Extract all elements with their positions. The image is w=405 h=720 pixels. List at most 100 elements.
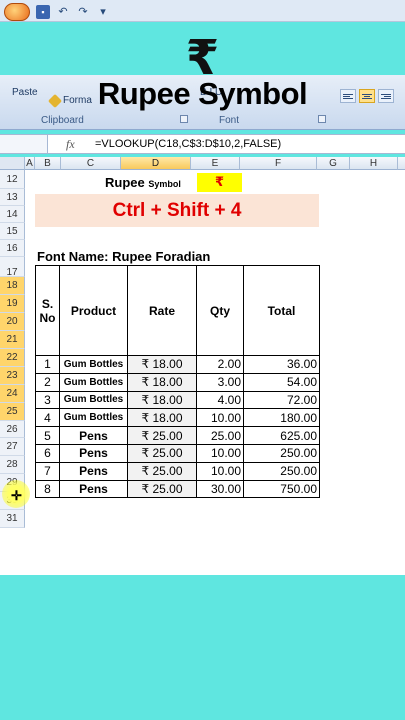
qty-cell[interactable]: 10.00 — [196, 461, 244, 481]
row-header[interactable]: 16 — [0, 240, 25, 257]
row-header[interactable]: 26 — [0, 421, 25, 438]
shortcut-banner[interactable]: Ctrl + Shift + 4 — [35, 194, 319, 227]
rate-cell[interactable]: ₹ 18.00 — [127, 408, 197, 428]
row-header[interactable]: 19 — [0, 295, 25, 313]
formula-input[interactable]: =VLOOKUP(C18,C$3:D$10,2,FALSE) — [95, 138, 281, 150]
qty-cell[interactable]: 25.00 — [196, 426, 244, 445]
qty-cell[interactable]: 30.00 — [196, 479, 244, 499]
undo-icon[interactable]: ↶ — [56, 5, 70, 19]
row-header[interactable]: 14 — [0, 206, 25, 223]
qty-cell[interactable]: 3.00 — [196, 372, 244, 392]
table-row: 8 Pens ₹ 25.00 30.00 750.00 — [35, 479, 320, 499]
row-header[interactable]: 17 — [0, 257, 25, 278]
rate-cell[interactable]: ₹ 25.00 — [127, 443, 197, 463]
header-sno[interactable]: S. No — [35, 265, 60, 356]
table-row: 7 Pens ₹ 25.00 10.00 250.00 — [35, 461, 320, 481]
clipboard-launcher-icon[interactable] — [180, 115, 188, 123]
total-cell[interactable]: 72.00 — [243, 390, 320, 410]
row-header[interactable]: 21 — [0, 331, 25, 349]
row-header[interactable]: 22 — [0, 349, 25, 367]
quick-access-toolbar: ▪ ↶ ↷ ▾ — [4, 3, 110, 21]
row-header[interactable]: 12 — [0, 170, 25, 189]
font-group-label: Font — [219, 115, 240, 126]
sno-cell[interactable]: 6 — [35, 443, 60, 463]
customize-toolbar-icon[interactable]: ▾ — [96, 5, 110, 19]
product-cell[interactable]: Pens — [59, 461, 128, 481]
row-header[interactable]: 31 — [0, 510, 25, 528]
total-cell[interactable]: 180.00 — [243, 408, 320, 428]
sno-cell[interactable]: 8 — [35, 479, 60, 499]
product-cell[interactable]: Gum Bottles — [59, 408, 128, 428]
worksheet[interactable]: ABCDEFGHI 121314151617181920212223242526… — [0, 157, 405, 575]
row-header[interactable]: 25 — [0, 403, 25, 421]
header-qty[interactable]: Qty — [196, 265, 244, 356]
rupee-label-cell[interactable]: Rupee Symbol — [105, 175, 195, 192]
product-cell[interactable]: Pens — [59, 443, 128, 463]
table-header-row: S. No Product Rate Qty Total — [35, 265, 320, 356]
total-cell[interactable]: 250.00 — [243, 461, 320, 481]
row-header[interactable]: 18 — [0, 277, 25, 295]
product-cell[interactable]: Pens — [59, 479, 128, 499]
header-rate[interactable]: Rate — [127, 265, 197, 356]
row-header[interactable]: 24 — [0, 385, 25, 403]
select-all-corner[interactable] — [0, 157, 25, 170]
rate-value: 18.00 — [152, 392, 183, 407]
row-header[interactable]: 28 — [0, 456, 25, 474]
rupee-symbol-cell[interactable]: ₹ — [197, 173, 242, 192]
name-box[interactable] — [0, 135, 48, 153]
sno-cell[interactable]: 3 — [35, 390, 60, 410]
column-header[interactable]: F — [240, 157, 317, 170]
row-header[interactable]: 20 — [0, 313, 25, 331]
sno-cell[interactable]: 4 — [35, 408, 60, 428]
font-name-cell[interactable]: Font Name: Rupee Foradian — [37, 248, 297, 265]
product-cell[interactable]: Gum Bottles — [59, 355, 128, 374]
table-row: 3 Gum Bottles ₹ 18.00 4.00 72.00 — [35, 390, 320, 410]
qty-cell[interactable]: 2.00 — [196, 355, 244, 374]
rupee-symbol: ₹ — [141, 392, 150, 407]
sno-cell[interactable]: 7 — [35, 461, 60, 481]
column-header[interactable]: D — [121, 157, 191, 170]
row-header[interactable]: 13 — [0, 189, 25, 206]
column-header[interactable]: H — [350, 157, 398, 170]
qty-cell[interactable]: 4.00 — [196, 390, 244, 410]
sno-cell[interactable]: 1 — [35, 355, 60, 374]
product-cell[interactable]: Gum Bottles — [59, 372, 128, 392]
rate-value: 25.00 — [152, 481, 183, 496]
product-cell[interactable]: Pens — [59, 426, 128, 445]
sno-cell[interactable]: 2 — [35, 372, 60, 392]
redo-icon[interactable]: ↷ — [76, 5, 90, 19]
column-header[interactable]: A — [25, 157, 35, 170]
column-header[interactable]: B — [35, 157, 61, 170]
rate-value: 18.00 — [152, 375, 183, 390]
rate-cell[interactable]: ₹ 25.00 — [127, 479, 197, 499]
move-cursor-icon: ✛ — [11, 488, 22, 503]
total-cell[interactable]: 36.00 — [243, 355, 320, 374]
row-header[interactable]: 27 — [0, 438, 25, 456]
rate-cell[interactable]: ₹ 25.00 — [127, 461, 197, 481]
total-cell[interactable]: 625.00 — [243, 426, 320, 445]
office-button-icon[interactable] — [4, 3, 30, 21]
header-total[interactable]: Total — [243, 265, 320, 356]
rate-cell[interactable]: ₹ 18.00 — [127, 355, 197, 374]
font-launcher-icon[interactable] — [318, 115, 326, 123]
total-cell[interactable]: 750.00 — [243, 479, 320, 499]
rate-cell[interactable]: ₹ 25.00 — [127, 426, 197, 445]
column-header[interactable]: E — [191, 157, 240, 170]
total-cell[interactable]: 54.00 — [243, 372, 320, 392]
rate-cell[interactable]: ₹ 18.00 — [127, 372, 197, 392]
column-header[interactable]: C — [61, 157, 121, 170]
product-cell[interactable]: Gum Bottles — [59, 390, 128, 410]
total-cell[interactable]: 250.00 — [243, 443, 320, 463]
rate-cell[interactable]: ₹ 18.00 — [127, 390, 197, 410]
save-icon[interactable]: ▪ — [36, 5, 50, 19]
row-header[interactable]: 23 — [0, 367, 25, 385]
sno-cell[interactable]: 5 — [35, 426, 60, 445]
qty-cell[interactable]: 10.00 — [196, 443, 244, 463]
header-product[interactable]: Product — [59, 265, 128, 356]
fx-icon[interactable]: fx — [66, 137, 75, 152]
column-header[interactable]: G — [317, 157, 350, 170]
qty-cell[interactable]: 10.00 — [196, 408, 244, 428]
column-header[interactable]: I — [398, 157, 405, 170]
rupee-symbol: ₹ — [141, 428, 150, 443]
row-header[interactable]: 15 — [0, 223, 25, 240]
